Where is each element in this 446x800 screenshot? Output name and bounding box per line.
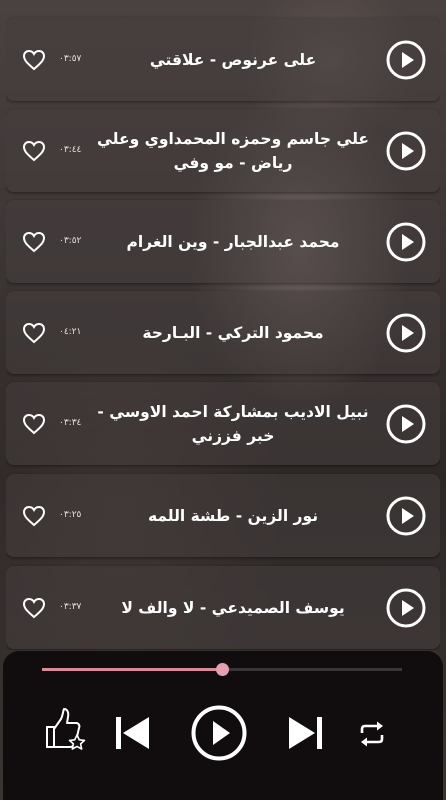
heart-icon[interactable] (22, 322, 46, 344)
track-duration: ٠٣:٥٧ (59, 53, 82, 64)
repeat-icon[interactable] (357, 719, 387, 749)
list-item[interactable]: ٠٣:٥٢ محمد عبدالجبار - وين الغرام (6, 200, 440, 283)
list-item[interactable]: ٠٣:٣٤ نبيل الاديب بمشاركة احمد الاوسي - … (6, 382, 440, 465)
track-title[interactable]: نور الزين - طشة اللمه (94, 504, 372, 528)
seek-progress (42, 668, 222, 671)
track-duration: ٠٣:٣٧ (59, 601, 82, 612)
play-circle-icon[interactable] (386, 40, 426, 80)
thumbs-up-star-icon[interactable] (43, 705, 89, 753)
track-title[interactable]: محمود التركي - البـارحة (94, 321, 372, 345)
track-duration: ٠٤:٢١ (59, 326, 82, 337)
playlist[interactable]: ٠٣:٥٧ على عرنوص - علاقتي ٠٣:٤٤ علي جاسم … (6, 0, 440, 650)
skip-previous-icon[interactable] (113, 715, 151, 751)
play-circle-icon[interactable] (386, 404, 426, 444)
play-circle-icon[interactable] (190, 704, 248, 762)
player-bar (3, 651, 443, 800)
track-duration: ٠٣:٥٢ (59, 235, 82, 246)
list-item[interactable]: ٠٣:٣٧ يوسف الصميدعي - لا والف لا (6, 566, 440, 649)
track-title[interactable]: محمد عبدالجبار - وين الغرام (94, 230, 372, 254)
play-circle-icon[interactable] (386, 222, 426, 262)
track-duration: ٠٣:٣٤ (59, 417, 82, 428)
track-title[interactable]: يوسف الصميدعي - لا والف لا (94, 596, 372, 620)
track-title[interactable]: نبيل الاديب بمشاركة احمد الاوسي - خبر فز… (94, 400, 372, 448)
play-circle-icon[interactable] (386, 496, 426, 536)
list-item[interactable]: ٠٤:٢١ محمود التركي - البـارحة (6, 291, 440, 374)
list-item[interactable]: ٠٣:٢٥ نور الزين - طشة اللمه (6, 474, 440, 557)
play-circle-icon[interactable] (386, 131, 426, 171)
heart-icon[interactable] (22, 49, 46, 71)
heart-icon[interactable] (22, 505, 46, 527)
list-item[interactable]: ٠٣:٥٧ على عرنوص - علاقتي (6, 18, 440, 101)
skip-next-icon[interactable] (287, 715, 325, 751)
heart-icon[interactable] (22, 140, 46, 162)
track-title[interactable]: على عرنوص - علاقتي (94, 48, 372, 72)
list-item[interactable]: ٠٣:٤٤ علي جاسم وحمزه المحمداوي وعلي رياض… (6, 109, 440, 192)
heart-icon[interactable] (22, 231, 46, 253)
play-circle-icon[interactable] (386, 588, 426, 628)
heart-icon[interactable] (22, 597, 46, 619)
heart-icon[interactable] (22, 413, 46, 435)
seek-thumb[interactable] (216, 663, 229, 676)
track-duration: ٠٣:٤٤ (59, 144, 82, 155)
play-circle-icon[interactable] (386, 313, 426, 353)
track-title[interactable]: علي جاسم وحمزه المحمداوي وعلي رياض - مو … (94, 127, 372, 175)
track-duration: ٠٣:٢٥ (59, 509, 82, 520)
